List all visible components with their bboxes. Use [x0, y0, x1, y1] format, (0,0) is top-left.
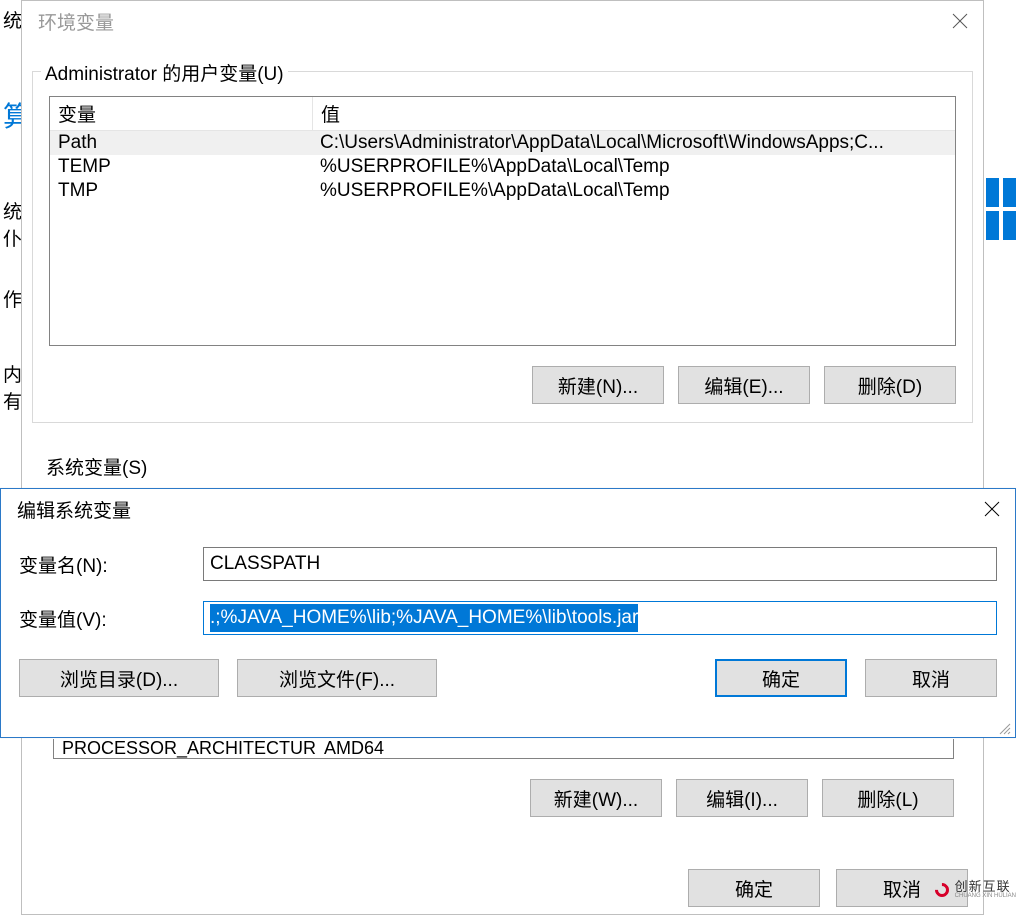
watermark-logo-icon: [932, 880, 952, 900]
table-row[interactable]: TEMP %USERPROFILE%\AppData\Local\Temp: [50, 155, 955, 179]
cell-variable: TMP: [50, 179, 312, 203]
cell-value: %USERPROFILE%\AppData\Local\Temp: [312, 179, 955, 203]
variable-value-input[interactable]: .;%JAVA_HOME%\lib;%JAVA_HOME%\lib\tools.…: [203, 601, 997, 635]
edit-system-var-button[interactable]: 编辑(I)...: [676, 779, 808, 817]
new-system-var-button[interactable]: 新建(W)...: [530, 779, 662, 817]
edit-ok-button[interactable]: 确定: [715, 659, 847, 697]
user-vars-button-row: 新建(N)... 编辑(E)... 删除(D): [49, 366, 956, 404]
group-legend: Administrator 的用户变量(U): [41, 59, 288, 86]
table-header: 变量 值: [50, 97, 955, 131]
close-button[interactable]: [969, 489, 1015, 529]
browse-directory-button[interactable]: 浏览目录(D)...: [19, 659, 219, 697]
variable-name-label: 变量名(N):: [19, 551, 203, 578]
watermark-subtext: CHUANG XIN HULIAN: [955, 893, 1016, 899]
dialog-titlebar: 编辑系统变量: [1, 489, 1015, 529]
dialog-title: 编辑系统变量: [1, 496, 969, 523]
dialog-title: 环境变量: [22, 8, 937, 35]
col-header-value[interactable]: 值: [312, 97, 955, 130]
close-icon: [952, 13, 968, 29]
edit-system-variable-dialog: 编辑系统变量 变量名(N): 变量值(V): .;%JAVA_HOME%\lib…: [0, 488, 1016, 738]
system-variables-table[interactable]: PROCESSOR_ARCHITECTURE AMD64: [53, 739, 954, 759]
cell-variable: TEMP: [50, 155, 312, 179]
cell-variable: PROCESSOR_ARCHITECTURE: [54, 738, 316, 759]
cell-value: C:\Users\Administrator\AppData\Local\Mic…: [312, 131, 955, 155]
watermark: 创新互联 CHUANG XIN HULIAN: [935, 880, 1016, 899]
close-button[interactable]: [937, 1, 983, 41]
edit-user-var-button[interactable]: 编辑(E)...: [678, 366, 810, 404]
variable-value-label: 变量值(V):: [19, 605, 203, 632]
system-variables-label: 系统变量(S): [46, 453, 983, 480]
close-icon: [984, 501, 1000, 517]
selected-text: .;%JAVA_HOME%\lib;%JAVA_HOME%\lib\tools.…: [210, 604, 638, 632]
variable-name-input[interactable]: [203, 547, 997, 581]
browse-file-button[interactable]: 浏览文件(F)...: [237, 659, 437, 697]
watermark-text: 创新互联: [955, 880, 1016, 893]
resize-grip-icon[interactable]: [997, 721, 1011, 735]
table-row[interactable]: TMP %USERPROFILE%\AppData\Local\Temp: [50, 179, 955, 203]
new-user-var-button[interactable]: 新建(N)...: [532, 366, 664, 404]
dialog-titlebar: 环境变量: [22, 1, 983, 41]
edit-cancel-button[interactable]: 取消: [865, 659, 997, 697]
variable-value-row: 变量值(V): .;%JAVA_HOME%\lib;%JAVA_HOME%\li…: [19, 601, 997, 635]
system-variables-peek: PROCESSOR_ARCHITECTURE AMD64 新建(W)... 编辑…: [37, 739, 970, 817]
cell-value: AMD64: [316, 738, 953, 759]
env-ok-button[interactable]: 确定: [688, 869, 820, 907]
env-dialog-ok-cancel: 确定 取消: [21, 869, 984, 907]
delete-user-var-button[interactable]: 删除(D): [824, 366, 956, 404]
cell-variable: Path: [50, 131, 312, 155]
user-variables-table[interactable]: 变量 值 Path C:\Users\Administrator\AppData…: [49, 96, 956, 346]
col-header-variable[interactable]: 变量: [50, 97, 312, 130]
variable-name-row: 变量名(N):: [19, 547, 997, 581]
system-vars-button-row: 新建(W)... 编辑(I)... 删除(L): [37, 779, 970, 817]
windows-logo-icon: [986, 178, 1016, 240]
cell-value: %USERPROFILE%\AppData\Local\Temp: [312, 155, 955, 179]
table-row[interactable]: Path C:\Users\Administrator\AppData\Loca…: [50, 131, 955, 155]
edit-dialog-button-row: 浏览目录(D)... 浏览文件(F)... 确定 取消: [1, 655, 1015, 697]
user-variables-group: Administrator 的用户变量(U) 变量 值 Path C:\User…: [32, 71, 973, 423]
delete-system-var-button[interactable]: 删除(L): [822, 779, 954, 817]
